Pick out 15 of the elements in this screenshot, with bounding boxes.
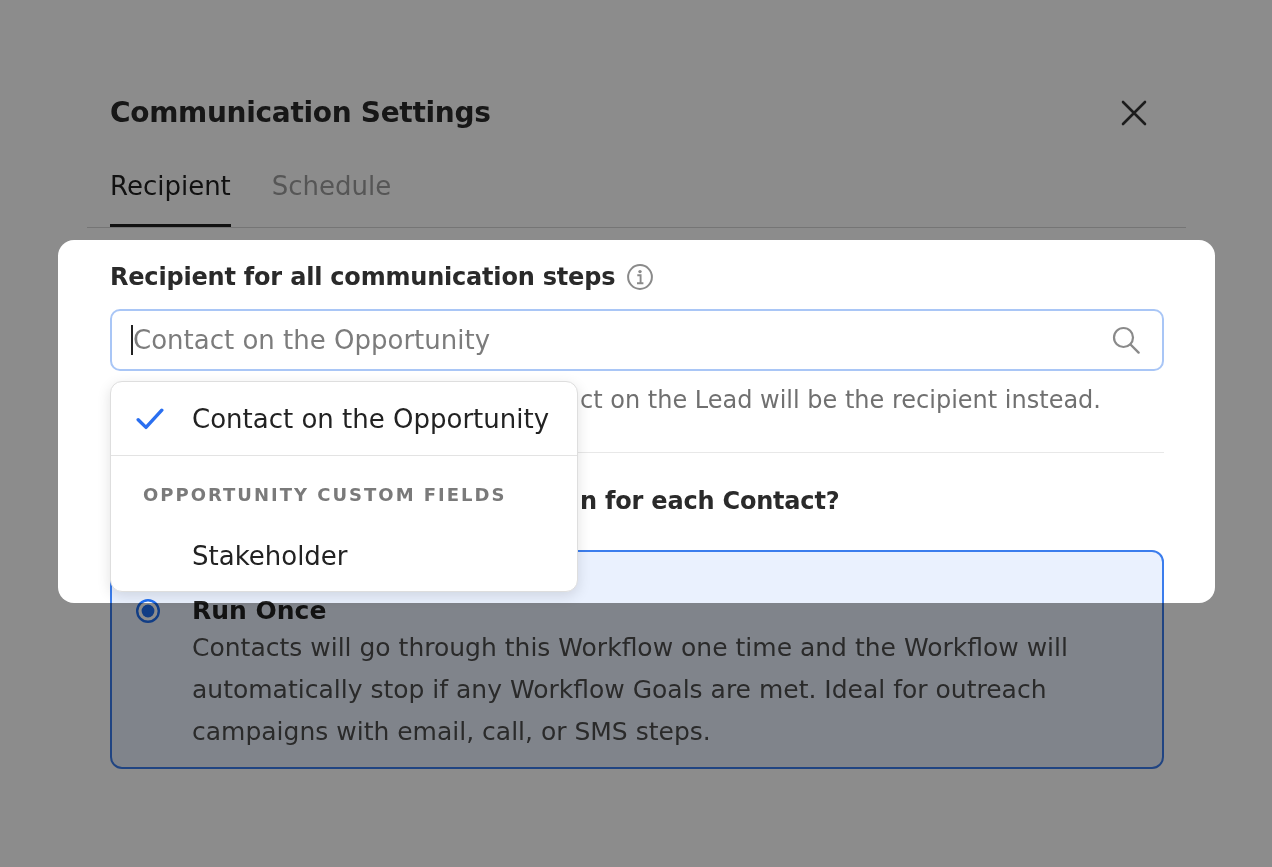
text-input[interactable]: Contact on the Opportunity — [133, 322, 1112, 358]
dialog-title: Communication Settings — [110, 95, 491, 131]
helper-text: ct on the Lead will be the recipient instead. — [580, 385, 1102, 416]
radio-button[interactable] — [136, 599, 160, 623]
search-icon — [1112, 326, 1140, 354]
section-heading: n for each Contact? — [580, 486, 841, 517]
search-field[interactable]: Contact on the Opportunity — [110, 309, 1164, 371]
menu-item[interactable]: Contact on the Opportunity — [111, 382, 577, 455]
menu-section-header: OPPORTUNITY CUSTOM FIELDS — [142, 483, 508, 507]
tab[interactable]: Recipient — [110, 170, 231, 227]
close-icon — [1121, 100, 1147, 126]
info-icon[interactable] — [627, 264, 654, 290]
section-heading: Recipient for all communication steps — [110, 262, 616, 293]
option-description: Contacts will go through this Workflow one time and the Workflow will automatically stop if any Workflow Goals are met. Ideal for outreach campaigns with email, call, or SMS steps. — [192, 632, 1069, 748]
option-title: Run Once — [192, 596, 328, 626]
